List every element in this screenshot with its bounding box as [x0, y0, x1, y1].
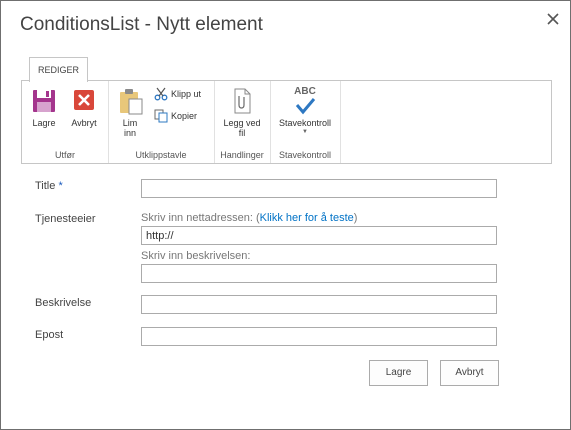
ribbon-attach-label: Legg ved fil	[223, 118, 261, 138]
url-hint-text: Skriv inn nettadressen: (	[141, 212, 260, 224]
required-marker: *	[58, 180, 63, 192]
cancel-icon	[68, 87, 100, 115]
test-url-link[interactable]: Klikk her for å teste	[260, 212, 354, 224]
service-owner-url-input[interactable]	[141, 226, 497, 245]
cancel-button[interactable]: Avbryt	[440, 360, 499, 386]
spellcheck-icon-text: ABC	[294, 86, 316, 97]
title-input[interactable]	[141, 179, 497, 198]
service-owner-description-input[interactable]	[141, 264, 497, 283]
description-label: Beskrivelse	[35, 297, 92, 309]
ribbon-save-button[interactable]: Lagre	[28, 87, 60, 128]
ribbon-cut-label: Klipp ut	[171, 89, 202, 99]
ribbon-copy-label: Kopier	[171, 111, 198, 121]
copy-icon	[154, 109, 168, 123]
description-input[interactable]	[141, 295, 497, 314]
service-owner-label: Tjenesteeier	[35, 213, 96, 225]
attach-file-icon	[226, 87, 258, 115]
email-input[interactable]	[141, 327, 497, 346]
ribbon-group-clipboard: Lim inn Klipp ut Kopier Utklippstavle	[108, 81, 215, 163]
title-label-text: Title	[35, 180, 56, 192]
ribbon-save-label: Lagre	[32, 118, 56, 128]
dialog-title: ConditionsList - Nytt element	[20, 14, 263, 35]
ribbon-spellcheck-label: Stavekontroll	[278, 118, 332, 128]
save-button[interactable]: Lagre	[369, 360, 428, 386]
new-item-dialog: ConditionsList - Nytt element REDIGER La…	[0, 0, 571, 430]
ribbon-group-label-spelling: Stavekontroll	[278, 150, 332, 160]
email-label: Epost	[35, 329, 64, 341]
chevron-down-icon: ▼	[302, 129, 308, 135]
ribbon-group-actions: Legg ved fil Handlinger	[214, 81, 271, 163]
title-label: Title *	[35, 180, 63, 192]
ribbon-cut-button[interactable]: Klipp ut	[154, 86, 201, 102]
ribbon-group-label-clipboard: Utklippstavle	[135, 150, 187, 160]
spellcheck-icon: ABC	[285, 87, 325, 115]
ribbon: Lagre Avbryt Utfør Lim inn Klipp ut Kopi…	[21, 80, 552, 164]
url-hint-end: )	[353, 212, 358, 224]
scissors-icon	[154, 87, 168, 101]
ribbon-spellcheck-button[interactable]: ABC Stavekontroll ▼	[274, 87, 336, 136]
ribbon-copy-button[interactable]: Kopier	[154, 108, 197, 124]
description-hint: Skriv inn beskrivelsen:	[141, 250, 251, 262]
tab-rediger[interactable]: REDIGER	[29, 57, 89, 82]
ribbon-paste-button[interactable]: Lim inn	[114, 87, 144, 138]
close-icon[interactable]	[545, 11, 561, 27]
ribbon-group-commit: Lagre Avbryt Utfør	[22, 81, 109, 163]
ribbon-group-label-actions: Handlinger	[220, 150, 264, 160]
ribbon-attach-button[interactable]: Legg ved fil	[218, 87, 266, 138]
ribbon-paste-label: Lim inn	[122, 118, 138, 138]
ribbon-cancel-button[interactable]: Avbryt	[66, 87, 102, 128]
save-icon	[28, 87, 60, 115]
url-hint: Skriv inn nettadressen: (Klikk her for å…	[141, 212, 357, 224]
ribbon-group-spelling: ABC Stavekontroll ▼ Stavekontroll	[270, 81, 341, 163]
paste-icon	[114, 87, 146, 115]
ribbon-group-label-commit: Utfør	[55, 150, 75, 160]
ribbon-cancel-label: Avbryt	[71, 118, 97, 128]
